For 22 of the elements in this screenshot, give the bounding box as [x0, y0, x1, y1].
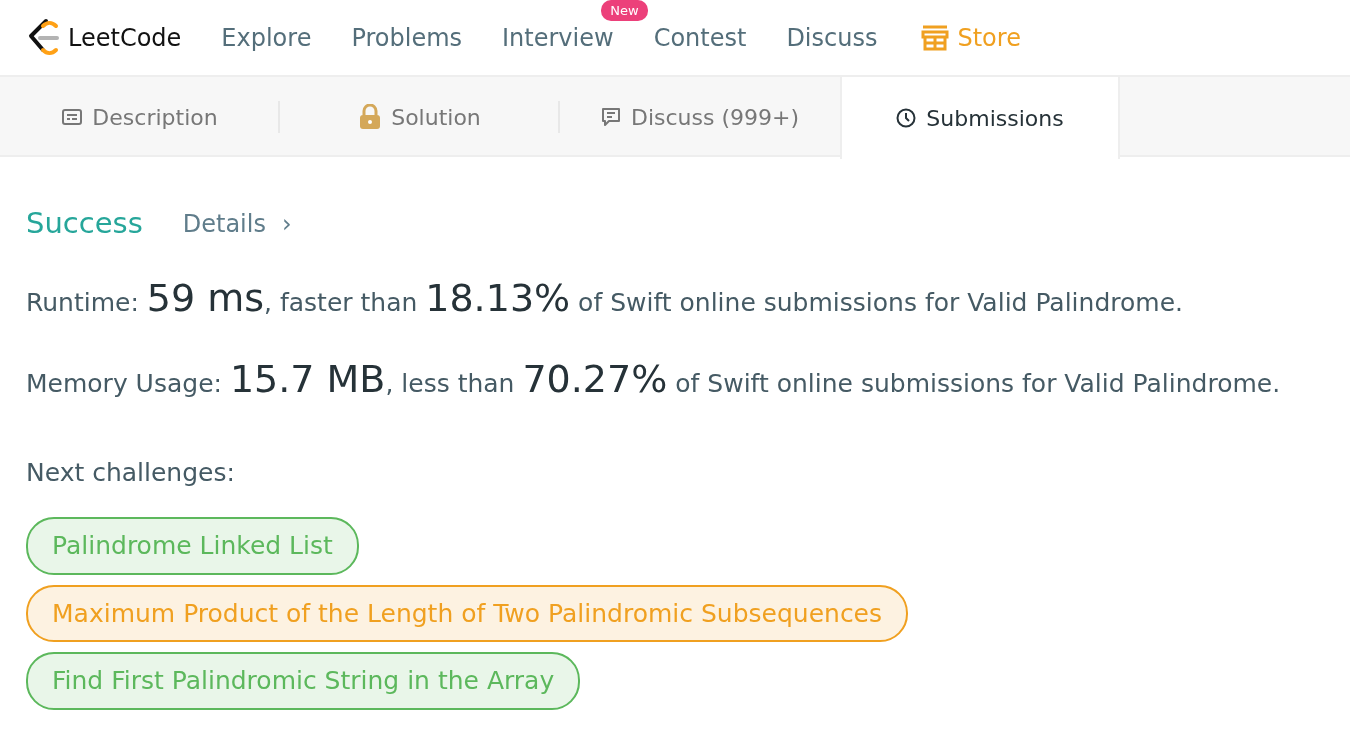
tab[interactable]: Discuss (999+) — [560, 77, 840, 157]
section-heading: Next challenges: — [26, 456, 236, 489]
tab[interactable]: Solution — [280, 77, 560, 157]
nav-link[interactable]: Explore — [221, 19, 312, 56]
new-badge: New — [601, 0, 648, 21]
stat-sentence: Memory Usage: 15.7 MB, less than 70.27% of Swift online submissions for Valid Palindrome. — [26, 355, 1282, 403]
store-icon — [921, 24, 950, 51]
stat-sentence: Runtime: 59 ms, faster than 18.13% of Swift online submissions for Valid Palindrome. — [26, 274, 1184, 322]
status-text: Success — [26, 205, 143, 242]
brand-name[interactable]: LeetCode — [68, 19, 182, 56]
clock-icon — [896, 108, 917, 128]
tab[interactable]: Submissions — [840, 77, 1120, 159]
document-icon — [62, 109, 83, 125]
nav-link[interactable]: Contest — [653, 19, 747, 56]
comment-icon — [600, 107, 621, 127]
tab[interactable]: Description — [0, 77, 280, 157]
nav-link[interactable]: Interview — [502, 19, 614, 56]
nav-link[interactable]: Problems — [351, 19, 463, 56]
logo-icon[interactable] — [26, 17, 60, 58]
lock-icon — [359, 104, 382, 130]
details-link[interactable]: Details › — [182, 205, 292, 242]
nav-link[interactable]: Discuss — [786, 19, 878, 56]
